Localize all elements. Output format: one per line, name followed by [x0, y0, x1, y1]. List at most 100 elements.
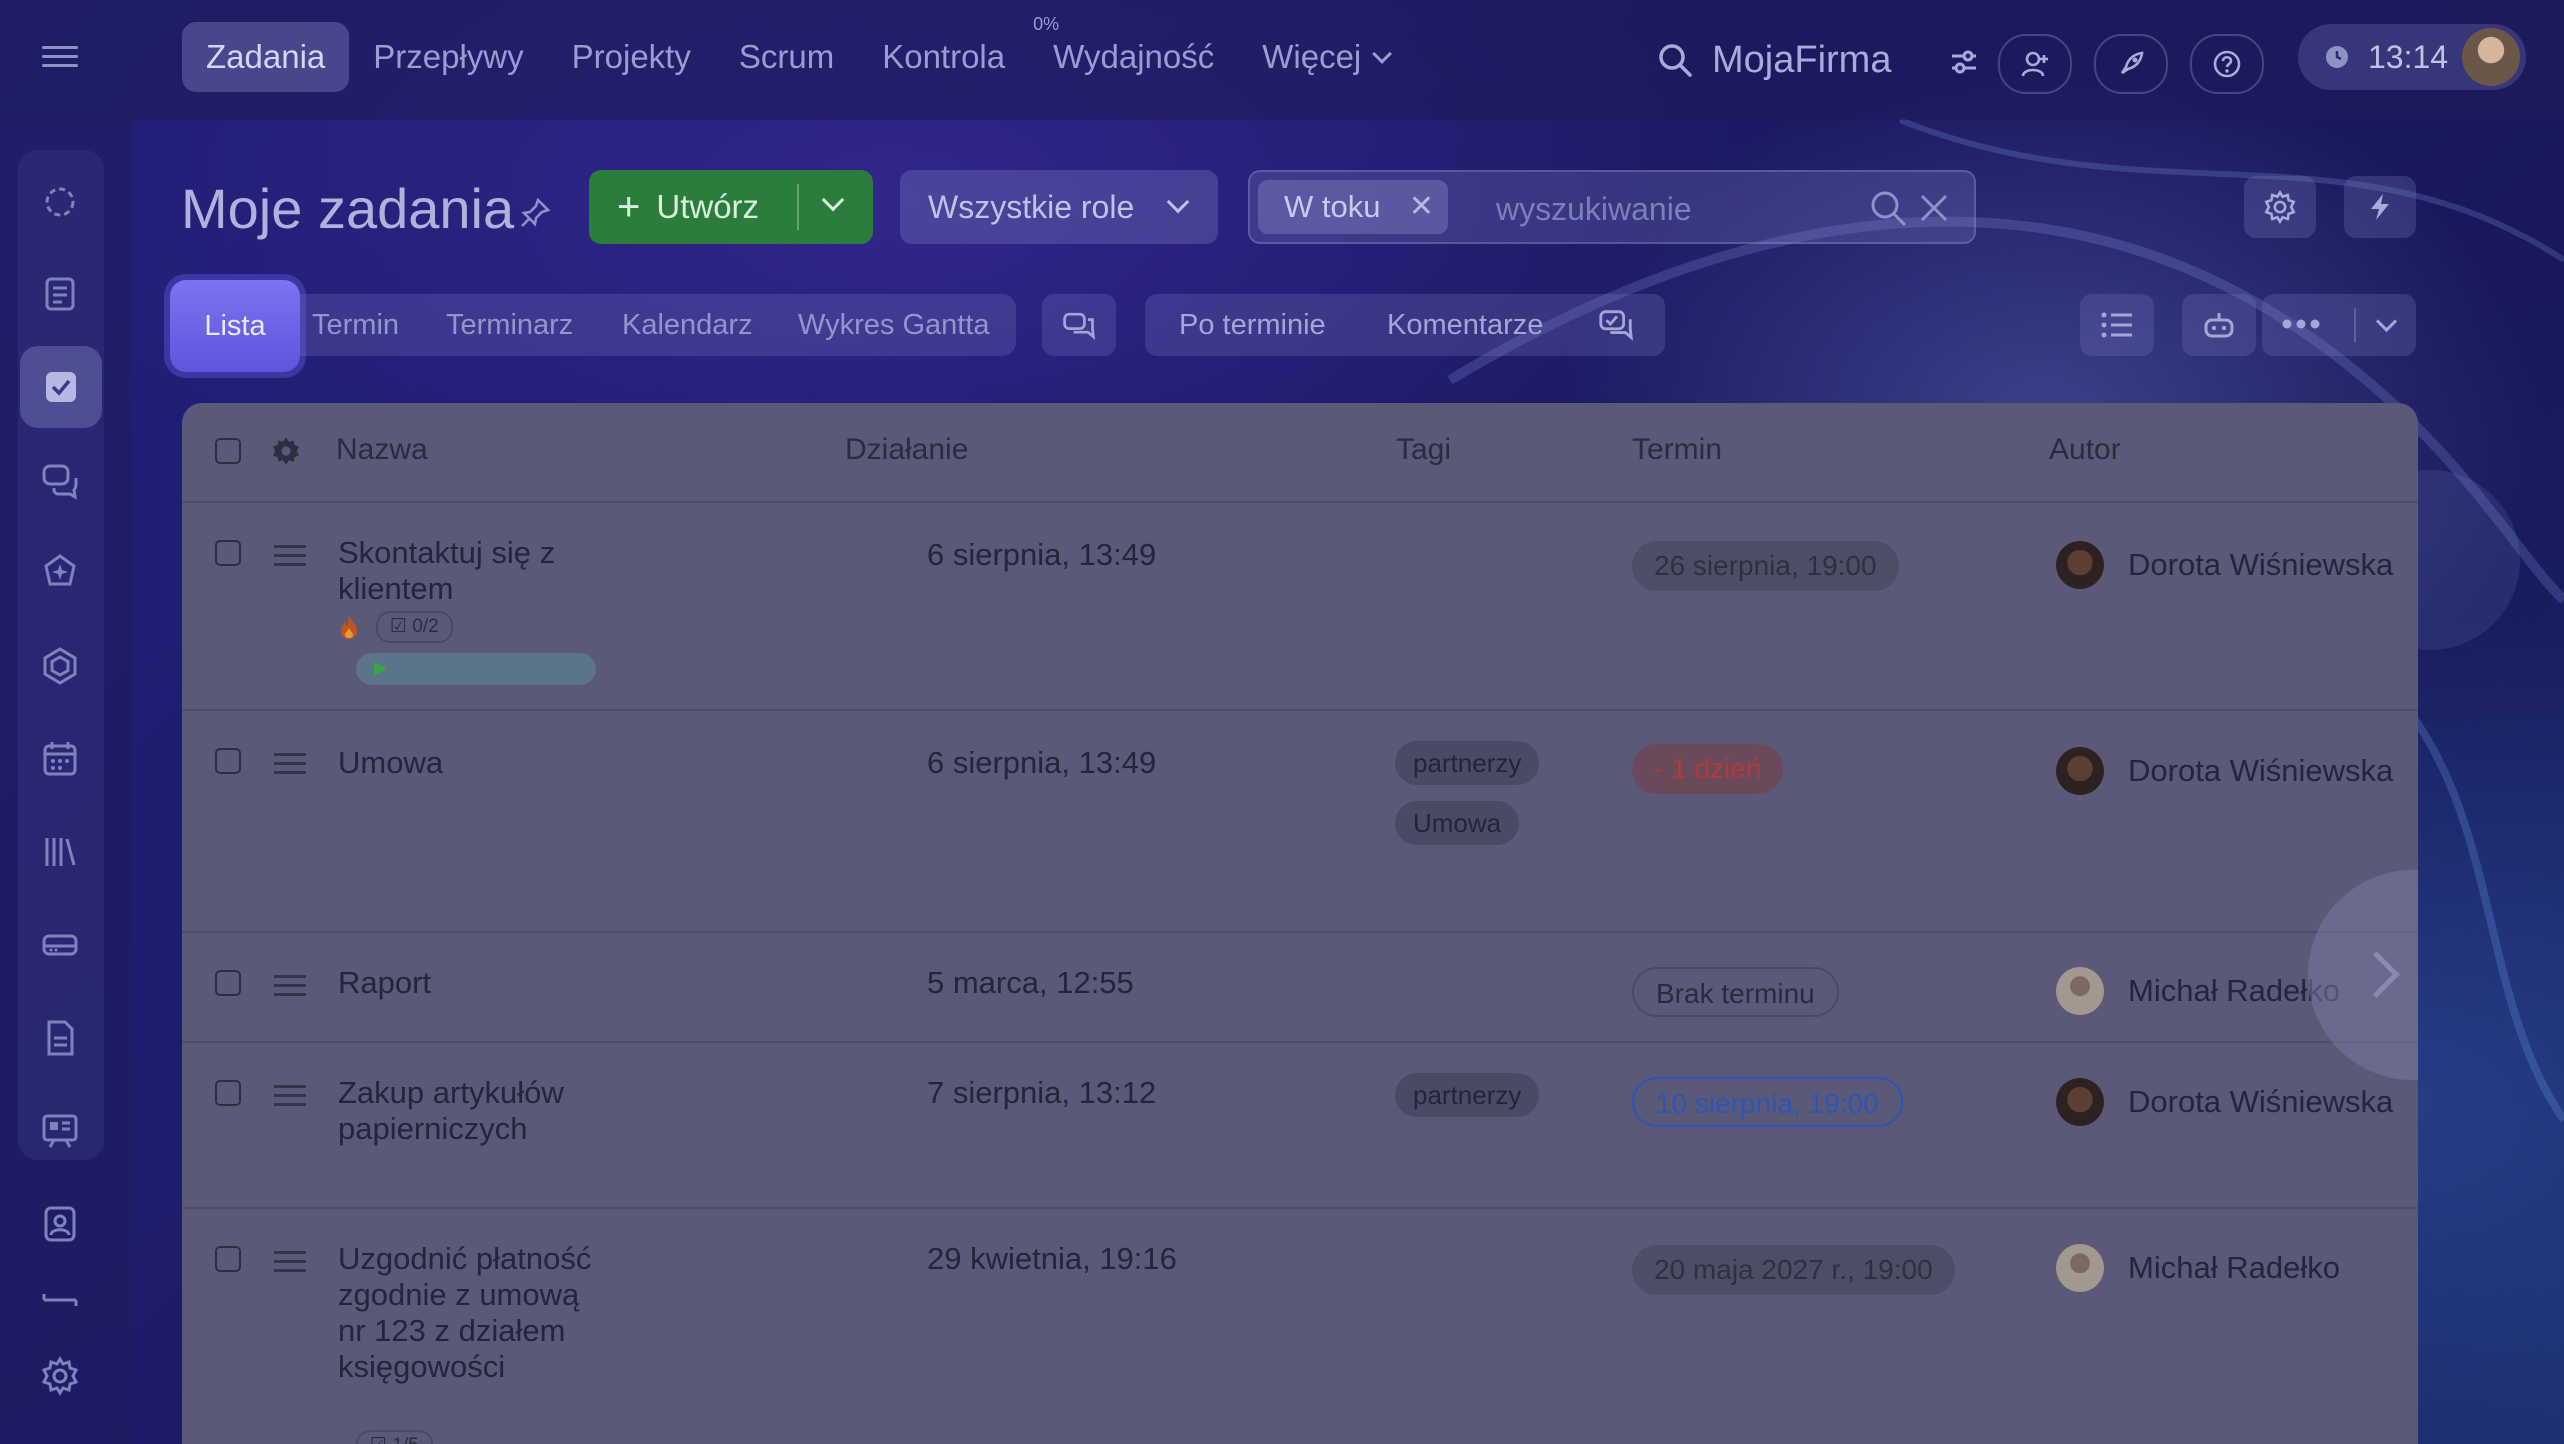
- drag-handle-icon[interactable]: [274, 1251, 306, 1273]
- task-author[interactable]: Dorota Wiśniewska: [2056, 541, 2393, 589]
- tag-umowa[interactable]: Umowa: [1395, 801, 1520, 845]
- nav-zadania[interactable]: Zadania: [182, 22, 350, 92]
- chevron-down-icon[interactable]: [2375, 310, 2398, 333]
- chevron-down-icon[interactable]: [821, 188, 845, 212]
- more-dots-icon[interactable]: [2282, 318, 2320, 330]
- search-input[interactable]: [1494, 186, 1858, 232]
- work-time-clock[interactable]: 13:14: [2298, 24, 2526, 90]
- contacts-icon[interactable]: [32, 1196, 88, 1252]
- filters-icon[interactable]: [1936, 34, 1992, 90]
- nav-wiecej[interactable]: Więcej: [1238, 22, 1413, 92]
- table-row[interactable]: Raport 5 marca, 12:55 Brak terminu Micha…: [182, 933, 2418, 1043]
- list-view-button[interactable]: [2080, 294, 2154, 356]
- tasks-icon[interactable]: [20, 346, 102, 428]
- task-deadline[interactable]: - 1 dzień: [1632, 744, 1784, 794]
- help-button[interactable]: [2190, 34, 2264, 94]
- task-deadline[interactable]: 10 sierpnia, 19:00: [1632, 1077, 1903, 1127]
- column-nazwa[interactable]: Nazwa: [336, 433, 428, 467]
- knowledge-icon[interactable]: [32, 824, 88, 880]
- row-checkbox[interactable]: [215, 1080, 241, 1106]
- search-icon[interactable]: [1868, 188, 1908, 228]
- pin-icon[interactable]: [518, 196, 552, 235]
- task-name[interactable]: Raport: [338, 965, 598, 1001]
- column-tagi[interactable]: Tagi: [1396, 433, 1451, 467]
- tab-termin[interactable]: Termin: [312, 294, 399, 356]
- tab-kalendarz[interactable]: Kalendarz: [622, 294, 753, 356]
- filter-po-terminie[interactable]: Po terminie: [1179, 294, 1326, 356]
- settings-icon[interactable]: [32, 1348, 88, 1404]
- table-row[interactable]: Uzgodnić płatność zgodnie z umową nr 123…: [182, 1209, 2418, 1444]
- task-deadline[interactable]: 26 sierpnia, 19:00: [1632, 541, 1899, 591]
- play-icon[interactable]: [374, 662, 387, 676]
- calendar-icon[interactable]: [32, 730, 88, 786]
- nav-projekty[interactable]: Projekty: [548, 22, 715, 92]
- nav-wydajnosc[interactable]: 0% Wydajność: [1029, 14, 1238, 92]
- rocket-icon: [2120, 51, 2144, 75]
- nav-scrum[interactable]: Scrum: [715, 22, 858, 92]
- timer-bar[interactable]: [356, 653, 596, 685]
- table-row[interactable]: Skontaktuj się z klientem ☑ 0/2 6 sierpn…: [182, 503, 2418, 711]
- documents-icon[interactable]: [32, 1010, 88, 1066]
- board-icon[interactable]: [32, 1102, 88, 1158]
- nav-kontrola[interactable]: Kontrola: [858, 22, 1029, 92]
- nav-przeplywy[interactable]: Przepływy: [349, 22, 547, 92]
- row-checkbox[interactable]: [215, 970, 241, 996]
- automation-icon[interactable]: [32, 544, 88, 600]
- task-name[interactable]: Zakup artykułów papierniczych: [338, 1075, 598, 1147]
- row-checkbox[interactable]: [215, 540, 241, 566]
- drag-handle-icon[interactable]: [274, 1085, 306, 1107]
- task-deadline[interactable]: Brak terminu: [1632, 967, 1839, 1017]
- drag-handle-icon[interactable]: [274, 545, 306, 567]
- roles-dropdown[interactable]: Wszystkie role: [900, 170, 1218, 244]
- tab-terminarz[interactable]: Terminarz: [446, 294, 573, 356]
- select-all-checkbox[interactable]: [215, 438, 241, 464]
- gear-icon[interactable]: [270, 435, 302, 467]
- task-deadline[interactable]: 20 maja 2027 r., 19:00: [1632, 1245, 1955, 1295]
- filter-komentarze[interactable]: Komentarze: [1387, 294, 1543, 356]
- tab-wykres-gantta[interactable]: Wykres Gantta: [798, 294, 990, 356]
- robot-button[interactable]: [2182, 294, 2256, 356]
- tag-partnerzy[interactable]: partnerzy: [1395, 741, 1540, 785]
- row-checkbox[interactable]: [215, 1246, 241, 1272]
- search-icon[interactable]: [1656, 41, 1694, 79]
- task-name[interactable]: Umowa: [338, 745, 598, 781]
- user-avatar[interactable]: [2462, 28, 2520, 86]
- column-dzialanie[interactable]: Działanie: [845, 433, 968, 467]
- row-checkbox[interactable]: [215, 748, 241, 774]
- task-name[interactable]: Skontaktuj się z klientem: [338, 535, 598, 607]
- close-icon[interactable]: ✕: [1409, 189, 1434, 224]
- crm-icon[interactable]: [32, 638, 88, 694]
- settings-button[interactable]: [2244, 176, 2316, 238]
- feed-icon[interactable]: [32, 266, 88, 322]
- tab-lista[interactable]: Lista: [170, 280, 300, 372]
- filter-chip-in-progress[interactable]: W toku ✕: [1258, 180, 1448, 234]
- chat-view-button[interactable]: [1042, 294, 1116, 356]
- more-menu[interactable]: [2262, 294, 2416, 356]
- column-termin[interactable]: Termin: [1632, 433, 1722, 467]
- tag-partnerzy[interactable]: partnerzy: [1395, 1073, 1540, 1117]
- column-autor[interactable]: Autor: [2049, 433, 2121, 467]
- drag-handle-icon[interactable]: [274, 975, 306, 997]
- add-user-button[interactable]: [1998, 34, 2072, 94]
- search-bar[interactable]: W toku ✕: [1248, 170, 1976, 244]
- clear-icon[interactable]: [1918, 192, 1950, 224]
- drag-handle-icon[interactable]: [274, 753, 306, 775]
- task-author[interactable]: Michał Radełko: [2056, 1244, 2340, 1292]
- avatar: [2056, 1244, 2104, 1292]
- task-author[interactable]: Michał Radełko: [2056, 967, 2340, 1015]
- quick-action-button[interactable]: [2344, 176, 2416, 238]
- activity-icon[interactable]: [32, 174, 88, 230]
- create-task-button[interactable]: + Utwórz: [589, 170, 873, 244]
- table-row[interactable]: Zakup artykułów papierniczych 7 sierpnia…: [182, 1043, 2418, 1209]
- brand[interactable]: MojaFirma: [1656, 30, 1891, 90]
- task-author[interactable]: Dorota Wiśniewska: [2056, 747, 2393, 795]
- rocket-button[interactable]: [2094, 34, 2168, 94]
- drive-icon[interactable]: [32, 916, 88, 972]
- task-author[interactable]: Dorota Wiśniewska: [2056, 1078, 2393, 1126]
- comment-check-icon[interactable]: [1597, 306, 1635, 344]
- chat-icon[interactable]: [32, 452, 88, 508]
- table-row[interactable]: Umowa 6 sierpnia, 13:49 partnerzy Umowa …: [182, 711, 2418, 933]
- hamburger-icon[interactable]: [42, 40, 78, 76]
- checklist-badge: ☑ 1/5: [356, 1430, 433, 1444]
- task-name[interactable]: Uzgodnić płatność zgodnie z umową nr 123…: [338, 1241, 608, 1385]
